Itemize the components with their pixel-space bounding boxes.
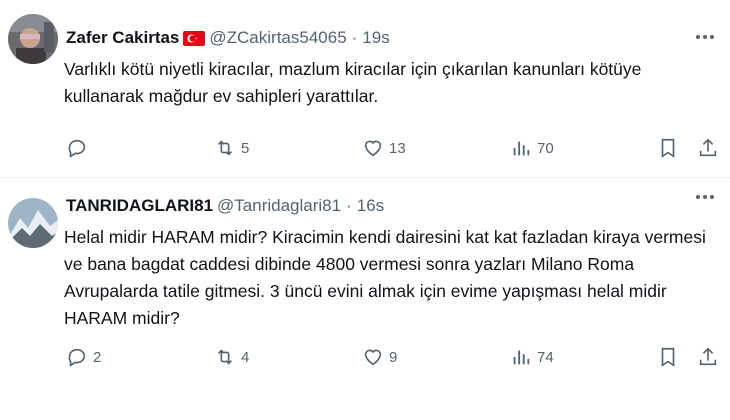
- views-chart-icon: [513, 141, 530, 156]
- user-handle[interactable]: @ZCakirtas54065: [209, 28, 346, 48]
- turkey-flag-icon: [183, 30, 206, 46]
- tweet-header: Zafer Cakirtas @ZCakirtas54065 · 19s: [66, 26, 714, 50]
- like-count: 9: [389, 348, 398, 366]
- heart-icon: [364, 349, 382, 366]
- more-options-icon[interactable]: [694, 186, 716, 213]
- tweet-text: Helal midir HARAM midir? Kiracimin kendi…: [64, 227, 706, 328]
- avatar-image: [8, 14, 58, 64]
- tweet-text: Varlıklı kötü niyetli kiracılar, mazlum …: [64, 59, 642, 106]
- like-button[interactable]: 13: [362, 137, 406, 159]
- bookmark-icon: [661, 138, 675, 158]
- like-count: 13: [389, 139, 406, 157]
- avatar-image: [8, 198, 58, 248]
- tweet[interactable]: TANRIDAGLARI81 @Tanridaglari81 · 16s Hel…: [0, 178, 730, 420]
- separator-dot: ·: [346, 196, 352, 215]
- views-button[interactable]: 74: [510, 346, 554, 368]
- retweet-button[interactable]: 4: [214, 346, 249, 368]
- user-handle[interactable]: @Tanridaglari81: [217, 196, 341, 216]
- like-button[interactable]: 9: [362, 346, 397, 368]
- retweet-count: 4: [241, 348, 250, 366]
- heart-icon: [364, 140, 382, 157]
- reply-button[interactable]: 2: [66, 346, 101, 368]
- more-options-icon[interactable]: [694, 26, 716, 53]
- display-name[interactable]: Zafer Cakirtas: [66, 28, 179, 48]
- tweet-actions: 5 13 70: [66, 136, 718, 160]
- retweet-icon: [217, 349, 233, 365]
- retweet-button[interactable]: 5: [214, 137, 249, 159]
- timestamp[interactable]: 16s: [357, 196, 384, 216]
- reply-count: 2: [93, 348, 102, 366]
- retweet-icon: [217, 140, 233, 156]
- tweet-header: TANRIDAGLARI81 @Tanridaglari81 · 16s: [66, 194, 714, 218]
- reply-icon: [68, 348, 86, 367]
- reply-icon: [68, 139, 86, 158]
- separator-dot: ·: [351, 28, 358, 47]
- display-name[interactable]: TANRIDAGLARI81: [66, 196, 213, 216]
- share-button[interactable]: [697, 346, 719, 368]
- tweet[interactable]: Zafer Cakirtas @ZCakirtas54065 · 19s Var…: [0, 0, 730, 178]
- timestamp[interactable]: 19s: [362, 28, 389, 48]
- share-button[interactable]: [697, 137, 719, 159]
- retweet-count: 5: [241, 139, 250, 157]
- view-count: 70: [537, 139, 554, 157]
- avatar[interactable]: [8, 14, 58, 64]
- bookmark-button[interactable]: [657, 346, 679, 368]
- view-count: 74: [537, 348, 554, 366]
- avatar[interactable]: [8, 198, 58, 248]
- tweet-actions: 2 4 9 74: [66, 345, 718, 369]
- bookmark-icon: [661, 347, 675, 367]
- views-chart-icon: [513, 350, 530, 365]
- reply-button[interactable]: [66, 137, 93, 159]
- bookmark-button[interactable]: [657, 137, 679, 159]
- views-button[interactable]: 70: [510, 137, 554, 159]
- share-icon: [699, 347, 717, 366]
- share-icon: [699, 138, 717, 157]
